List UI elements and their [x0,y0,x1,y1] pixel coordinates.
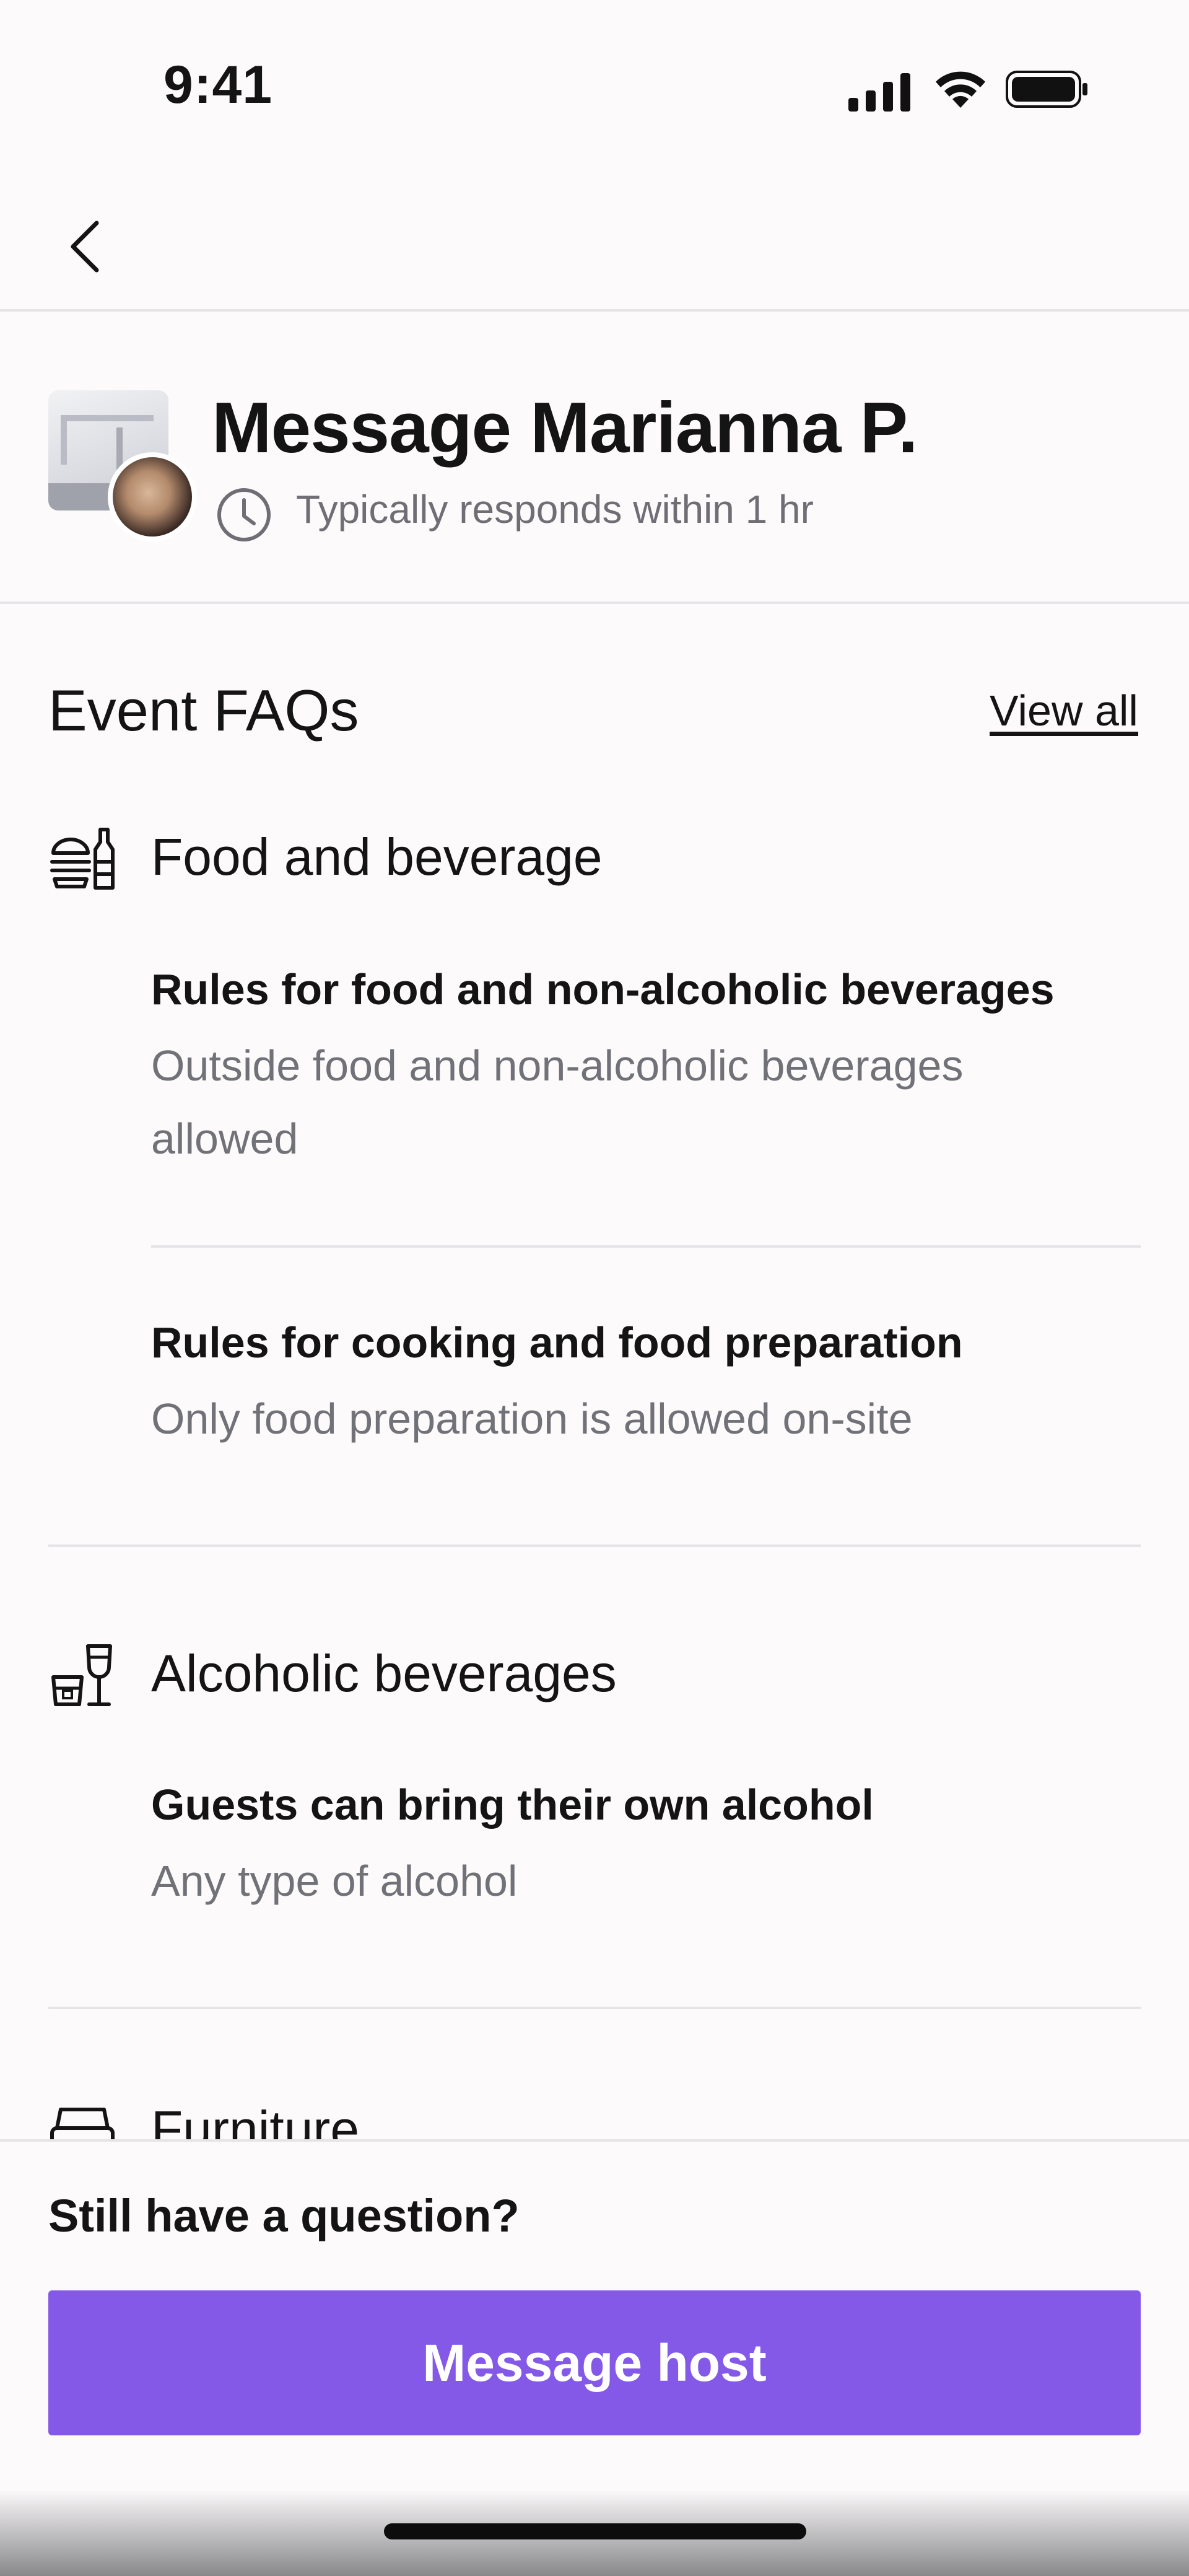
rule-title: Rules for food and non-alcoholic beverag… [151,965,1055,1014]
navigation-bar [0,161,1189,312]
section-heading: Event FAQs [48,678,359,743]
rule-title: Guests can bring their own alcohol [151,1781,874,1829]
rule-description: Outside food and non-alcoholic beverages… [151,1041,964,1163]
divider [48,1544,1141,1547]
battery-icon [1006,71,1087,108]
back-arrow-icon[interactable] [62,216,111,278]
message-host-button[interactable]: Message host [48,2290,1141,2435]
question-prompt: Still have a question? [48,2190,520,2241]
host-header: Message Marianna P. Typically responds w… [0,312,1189,604]
rule-title: Rules for cooking and food preparation [151,1318,963,1367]
divider [48,2007,1141,2009]
status-time: 9:41 [163,55,273,115]
view-all-link[interactable]: View all [990,686,1138,735]
food-beverage-icon [50,828,115,890]
status-bar: 9:41 [0,0,1189,161]
furniture-icon [50,2108,115,2139]
divider [151,1245,1141,1248]
page-title: Message Marianna P. [212,387,918,468]
cellular-signal-icon [848,73,910,112]
wifi-icon [936,71,985,108]
category-title: Alcoholic beverages [151,1644,617,1702]
clock-icon [217,488,271,541]
category-title: Food and beverage [151,828,603,886]
rule-description: Any type of alcohol [151,1857,518,1905]
rule-description: Only food preparation is allowed on-site [151,1395,913,1443]
alcohol-icon [51,1644,112,1706]
home-indicator[interactable] [384,2523,806,2539]
host-avatar [108,452,197,541]
category-title: Furniture [151,2100,360,2139]
bottom-action-panel: Still have a question? Message host [0,2139,1189,2576]
event-faqs-section: Event FAQs View all Food and beverage Ru… [0,604,1189,2139]
response-time-text: Typically responds within 1 hr [296,487,814,532]
